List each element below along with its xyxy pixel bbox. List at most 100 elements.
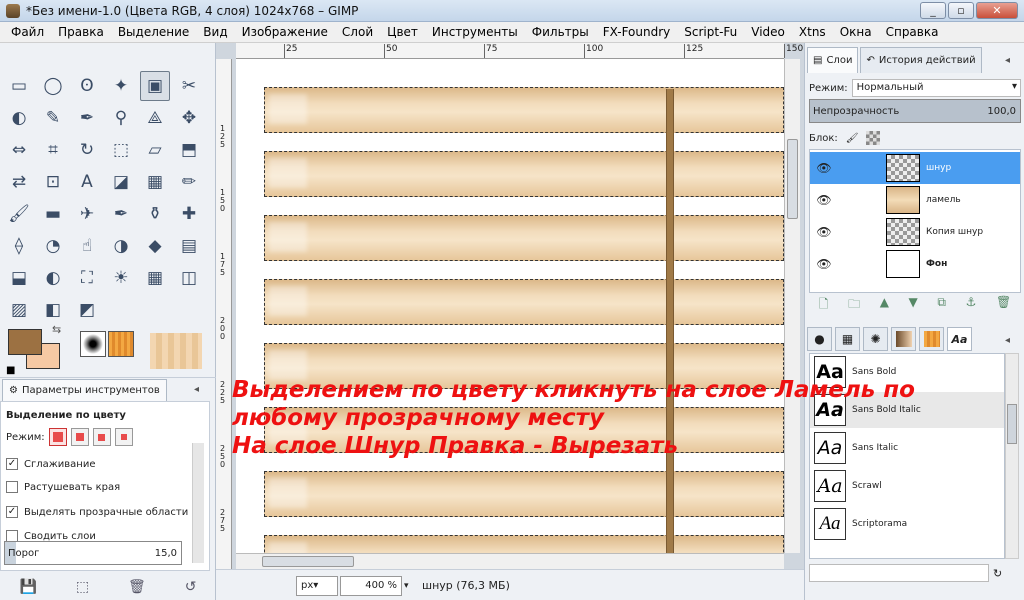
menu-view[interactable]: Вид: [196, 25, 234, 39]
measure-icon[interactable]: ⟁: [140, 103, 170, 133]
tab-brushes[interactable]: ●: [807, 327, 832, 351]
ink-icon[interactable]: ✒: [106, 199, 136, 229]
invert-icon[interactable]: ◩: [72, 295, 102, 325]
dock2-menu-icon[interactable]: ◂: [1005, 335, 1010, 346]
delete-layer-icon[interactable]: 🗑: [996, 295, 1011, 315]
layer-name[interactable]: Копия шнур: [926, 227, 983, 237]
menu-script-fu[interactable]: Script-Fu: [677, 25, 744, 39]
lock-pixels-icon[interactable]: 🖌: [846, 133, 859, 144]
color-picker-icon[interactable]: ✒: [72, 103, 102, 133]
raise-layer-icon[interactable]: ▲: [880, 295, 889, 315]
feather-checkbox[interactable]: Растушевать края: [6, 481, 120, 493]
anchor-layer-icon[interactable]: ⚓: [966, 295, 977, 315]
tab-layers[interactable]: ▤ Слои: [807, 47, 859, 73]
zoom-select[interactable]: 400 %: [340, 576, 402, 596]
eraser-icon[interactable]: ▬: [38, 199, 68, 229]
unit-select[interactable]: px▾: [296, 576, 338, 596]
hue-icon[interactable]: ◐: [38, 263, 68, 293]
menu-filters[interactable]: Фильтры: [525, 25, 596, 39]
dock-menu-icon[interactable]: ◂: [1005, 55, 1010, 66]
zoom-icon[interactable]: ⚲: [106, 103, 136, 133]
h-scroll-thumb[interactable]: [262, 556, 354, 567]
layer-row[interactable]: 👁 Фон: [810, 248, 1020, 280]
threshold-icon[interactable]: ▦: [140, 263, 170, 293]
layer-row[interactable]: 👁 ламель: [810, 184, 1020, 216]
minimize-button[interactable]: _: [920, 2, 946, 19]
image-canvas[interactable]: [236, 59, 784, 553]
menu-tools[interactable]: Инструменты: [425, 25, 525, 39]
select-transparent-checkbox[interactable]: ✓ Выделять прозрачные области: [6, 506, 188, 518]
blur-icon[interactable]: ◔: [38, 231, 68, 261]
blend-icon[interactable]: ▦: [140, 167, 170, 197]
rotate-icon[interactable]: ↻: [72, 135, 102, 165]
visibility-eye-icon[interactable]: 👁: [810, 161, 838, 175]
posterize-icon[interactable]: ▨: [4, 295, 34, 325]
perspective-icon[interactable]: ⬒: [174, 135, 204, 165]
layer-row[interactable]: 👁 шнур: [810, 152, 1020, 184]
color-select-icon[interactable]: ▣: [140, 71, 170, 101]
fuzzy-select-icon[interactable]: ✦: [106, 71, 136, 101]
maximize-button[interactable]: ▫: [948, 2, 974, 19]
foreground-select-icon[interactable]: ◐: [4, 103, 34, 133]
vertical-ruler[interactable]: 125 150 175 200 225 250 275: [216, 59, 232, 569]
font-item[interactable]: Aa Scrawl: [810, 468, 1004, 504]
heal-icon[interactable]: ✚: [174, 199, 204, 229]
menu-fx-foundry[interactable]: FX-Foundry: [596, 25, 678, 39]
scissors-icon[interactable]: ✂: [174, 71, 204, 101]
visibility-eye-icon[interactable]: 👁: [810, 257, 838, 271]
menu-file[interactable]: Файл: [4, 25, 51, 39]
menu-layer[interactable]: Слой: [335, 25, 380, 39]
menu-xtns[interactable]: Xtns: [792, 25, 833, 39]
visibility-eye-icon[interactable]: 👁: [810, 193, 838, 207]
align-icon[interactable]: ⇔: [4, 135, 34, 165]
swap-colors-icon[interactable]: ⇆: [52, 323, 61, 336]
tool-options-scrollbar[interactable]: [192, 443, 204, 563]
restore-options-icon[interactable]: ⬚: [76, 579, 89, 595]
new-layer-icon[interactable]: 🗋: [819, 295, 829, 315]
levels-icon[interactable]: ▤: [174, 231, 204, 261]
panel-menu-icon[interactable]: ◂: [194, 384, 199, 395]
lower-layer-icon[interactable]: ▼: [909, 295, 918, 315]
curves-icon[interactable]: ◫: [174, 263, 204, 293]
menu-colors[interactable]: Цвет: [380, 25, 425, 39]
reset-colors-icon[interactable]: ■: [6, 365, 15, 376]
airbrush-icon[interactable]: ✈: [72, 199, 102, 229]
sharpen-icon[interactable]: ◆: [140, 231, 170, 261]
cage-icon[interactable]: ⊡: [38, 167, 68, 197]
zoom-dropdown-icon[interactable]: ▾: [404, 576, 416, 596]
tab-gradients[interactable]: [891, 327, 916, 351]
reset-options-icon[interactable]: ↺: [185, 579, 197, 595]
delete-options-icon[interactable]: 🗑: [128, 579, 146, 595]
new-layer-group-icon[interactable]: 🗀: [848, 295, 860, 315]
menu-video[interactable]: Video: [744, 25, 792, 39]
layer-name[interactable]: ламель: [926, 195, 961, 205]
fonts-refresh-icon[interactable]: ↻: [993, 567, 1002, 580]
move-icon[interactable]: ✥: [174, 103, 204, 133]
pencil-icon[interactable]: ✏: [174, 167, 204, 197]
mode-subtract-button[interactable]: [92, 428, 111, 446]
tab-fonts[interactable]: Aa: [947, 327, 972, 351]
opacity-slider[interactable]: Непрозрачность 100,0: [809, 99, 1021, 123]
canvas-horizontal-scrollbar[interactable]: [236, 553, 784, 569]
colorize-icon[interactable]: ⛶: [72, 263, 102, 293]
tab-tool-options[interactable]: ⚙ Параметры инструментов: [2, 378, 167, 401]
text-icon[interactable]: A: [72, 167, 102, 197]
lock-alpha-icon[interactable]: [866, 131, 881, 145]
dodge-burn-icon[interactable]: ◑: [106, 231, 136, 261]
layer-mode-select[interactable]: Нормальный: [851, 79, 1021, 97]
mode-replace-button[interactable]: [48, 428, 67, 446]
font-item[interactable]: Aa Scriptorama: [810, 506, 1004, 542]
duplicate-layer-icon[interactable]: ⧉: [937, 295, 946, 315]
close-button[interactable]: ✕: [976, 2, 1018, 19]
flip-icon[interactable]: ⇄: [4, 167, 34, 197]
ellipse-select-icon[interactable]: ◯: [38, 71, 68, 101]
perspective-clone-icon[interactable]: ⟠: [4, 231, 34, 261]
v-scroll-thumb[interactable]: [787, 139, 798, 219]
canvas-vertical-scrollbar[interactable]: [784, 59, 800, 553]
smudge-icon[interactable]: ☝: [72, 231, 102, 261]
layer-name[interactable]: Фон: [926, 259, 947, 269]
mode-intersect-button[interactable]: [114, 428, 133, 446]
clone-icon[interactable]: ⚱: [140, 199, 170, 229]
free-select-icon[interactable]: ʘ: [72, 71, 102, 101]
shear-icon[interactable]: ▱: [140, 135, 170, 165]
